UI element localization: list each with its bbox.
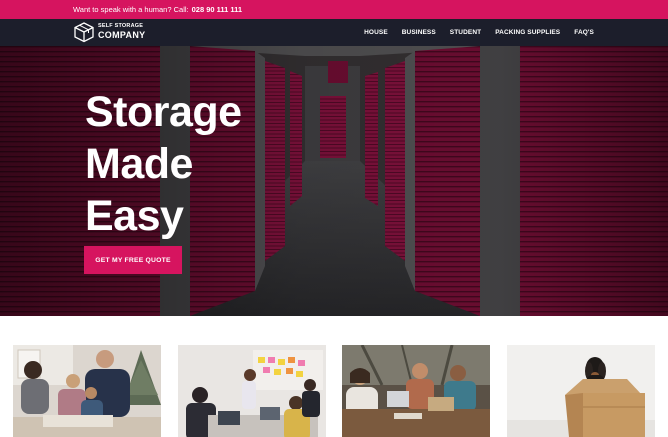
card-house-image[interactable]: [13, 345, 161, 437]
card-packing-image[interactable]: [507, 345, 655, 437]
card-student-image[interactable]: [178, 345, 326, 437]
contact-prompt: Want to speak with a human? Call:: [73, 5, 189, 14]
nav-item-house[interactable]: HOUSE: [364, 29, 388, 36]
hero-heading: Storage Made Easy: [85, 86, 242, 242]
hero-heading-line: Made: [85, 140, 193, 188]
card-business-image[interactable]: [342, 345, 490, 437]
main-navigation: SELF STORAGE COMPANY HOUSE BUSINESS STUD…: [0, 19, 668, 46]
student-meeting-photo: [178, 345, 326, 437]
logo-line-1: SELF STORAGE: [98, 23, 144, 30]
company-logo[interactable]: SELF STORAGE COMPANY: [73, 21, 145, 43]
nav-item-packing-supplies[interactable]: PACKING SUPPLIES: [495, 29, 560, 36]
top-contact-bar: Want to speak with a human? Call: 028 90…: [0, 0, 668, 19]
storage-box-icon: [74, 22, 94, 43]
family-photo: [13, 345, 161, 437]
hero-heading-line: Storage: [85, 88, 242, 136]
hero-banner: Storage Made Easy GET MY FREE QUOTE: [0, 46, 668, 316]
dog-in-box-photo: [507, 345, 655, 437]
nav-menu: HOUSE BUSINESS STUDENT PACKING SUPPLIES …: [364, 19, 594, 46]
nav-item-business[interactable]: BUSINESS: [402, 29, 436, 36]
service-cards: [0, 316, 668, 437]
get-free-quote-button[interactable]: GET MY FREE QUOTE: [84, 246, 182, 274]
business-team-photo: [342, 345, 490, 437]
nav-item-student[interactable]: STUDENT: [450, 29, 481, 36]
hero-heading-line: Easy: [85, 192, 184, 240]
logo-line-2: COMPANY: [98, 29, 146, 40]
nav-item-faqs[interactable]: FAQ'S: [574, 29, 594, 36]
phone-link[interactable]: 028 90 111 111: [192, 5, 242, 14]
